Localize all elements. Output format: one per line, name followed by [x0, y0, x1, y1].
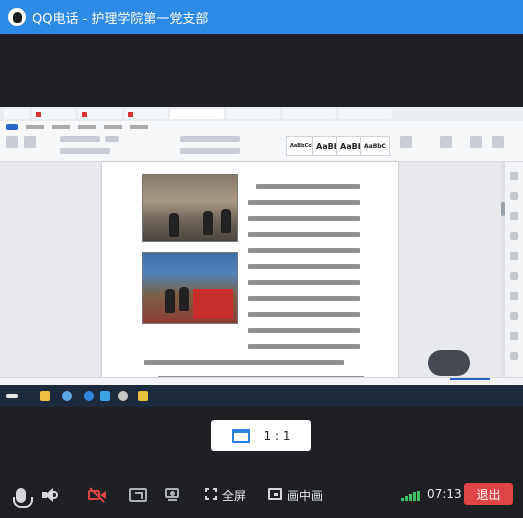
taskbar-clock	[513, 389, 515, 401]
shared-screen-view[interactable]: AaBbCcD AaBb AaBbl AaBbC	[0, 107, 523, 407]
microphone-icon[interactable]	[13, 488, 33, 508]
tools-icon	[440, 136, 452, 148]
paragraph-line	[248, 280, 360, 285]
align-icon	[180, 148, 240, 154]
paragraph-line	[248, 312, 360, 317]
presenter-icon[interactable]	[165, 488, 181, 502]
font-size-icon	[105, 136, 119, 142]
menu-item	[104, 124, 123, 129]
paragraph-line	[256, 184, 360, 189]
qq-call-window: QQ电话 - 护理学院第一党支部 AaBbCcD AaBb AaBbl AaBb…	[0, 0, 523, 518]
photo-volunteers	[142, 252, 238, 324]
aspect-ratio-button[interactable]: 1 : 1	[211, 420, 311, 451]
windows-taskbar	[0, 385, 523, 407]
doc-tab-active	[170, 109, 224, 119]
paragraph-line	[248, 328, 360, 333]
window-title: QQ电话 - 护理学院第一党支部	[32, 11, 209, 27]
doc-tab	[282, 109, 336, 119]
menu-item	[26, 124, 45, 129]
settings-icon	[118, 391, 128, 401]
find-icon	[400, 136, 412, 148]
picture-in-picture-button[interactable]: 画中画	[287, 487, 323, 504]
app-tab	[4, 109, 30, 119]
doc-tab	[226, 109, 280, 119]
document-page	[102, 162, 398, 392]
qq-penguin-icon	[8, 8, 26, 26]
document-ribbon: AaBbCcD AaBb AaBbl AaBbC	[0, 132, 523, 162]
menu-start	[6, 123, 19, 130]
document-status-bar	[0, 377, 523, 385]
replace-icon	[492, 136, 504, 148]
camera-off-icon[interactable]	[88, 487, 106, 503]
paragraph-icon	[180, 136, 240, 142]
select-icon	[470, 136, 482, 148]
call-duration: 07:13	[427, 487, 462, 501]
paragraph-line	[248, 216, 360, 221]
doc-tab	[78, 109, 122, 119]
format-icon	[24, 136, 36, 148]
exit-call-button[interactable]: 退出	[464, 483, 513, 505]
doc-tab	[32, 109, 76, 119]
menu-item	[130, 124, 149, 129]
picture-in-picture-icon[interactable]	[268, 488, 282, 500]
fullscreen-icon[interactable]	[205, 488, 217, 500]
start-icon	[6, 394, 18, 398]
bold-icon	[60, 148, 110, 154]
style-heading3: AaBbC	[360, 136, 390, 156]
wps-icon	[138, 391, 148, 401]
paragraph-line	[248, 264, 360, 269]
edge-icon	[84, 391, 94, 401]
screen-share-icon[interactable]	[129, 488, 147, 502]
speaker-icon[interactable]	[42, 488, 58, 502]
explorer-icon	[40, 391, 50, 401]
paragraph-line	[248, 232, 360, 237]
floating-widget	[428, 350, 470, 376]
menu-item	[52, 124, 71, 129]
window-icon	[231, 428, 250, 443]
aspect-ratio-label: 1 : 1	[263, 428, 291, 443]
paragraph-line	[248, 296, 360, 301]
browser-tab-bar	[0, 107, 523, 121]
photo-checkpoint	[142, 174, 238, 242]
paragraph-line	[248, 248, 360, 253]
browser-icon	[62, 391, 72, 401]
signal-strength-icon	[401, 491, 423, 501]
title-bar[interactable]: QQ电话 - 护理学院第一党支部	[0, 0, 523, 34]
doc-tab	[338, 109, 392, 119]
paste-icon	[6, 136, 18, 148]
font-icon	[60, 136, 100, 142]
fullscreen-button[interactable]: 全屏	[222, 487, 246, 504]
doc-tab	[124, 109, 168, 119]
app-icon	[100, 391, 110, 401]
paragraph-line	[144, 360, 344, 365]
paragraph-line	[248, 200, 360, 205]
document-menu-row	[0, 121, 523, 132]
zoom-slider	[450, 378, 490, 380]
menu-item	[78, 124, 97, 129]
paragraph-line	[248, 344, 360, 349]
document-side-toolbar	[505, 162, 523, 392]
